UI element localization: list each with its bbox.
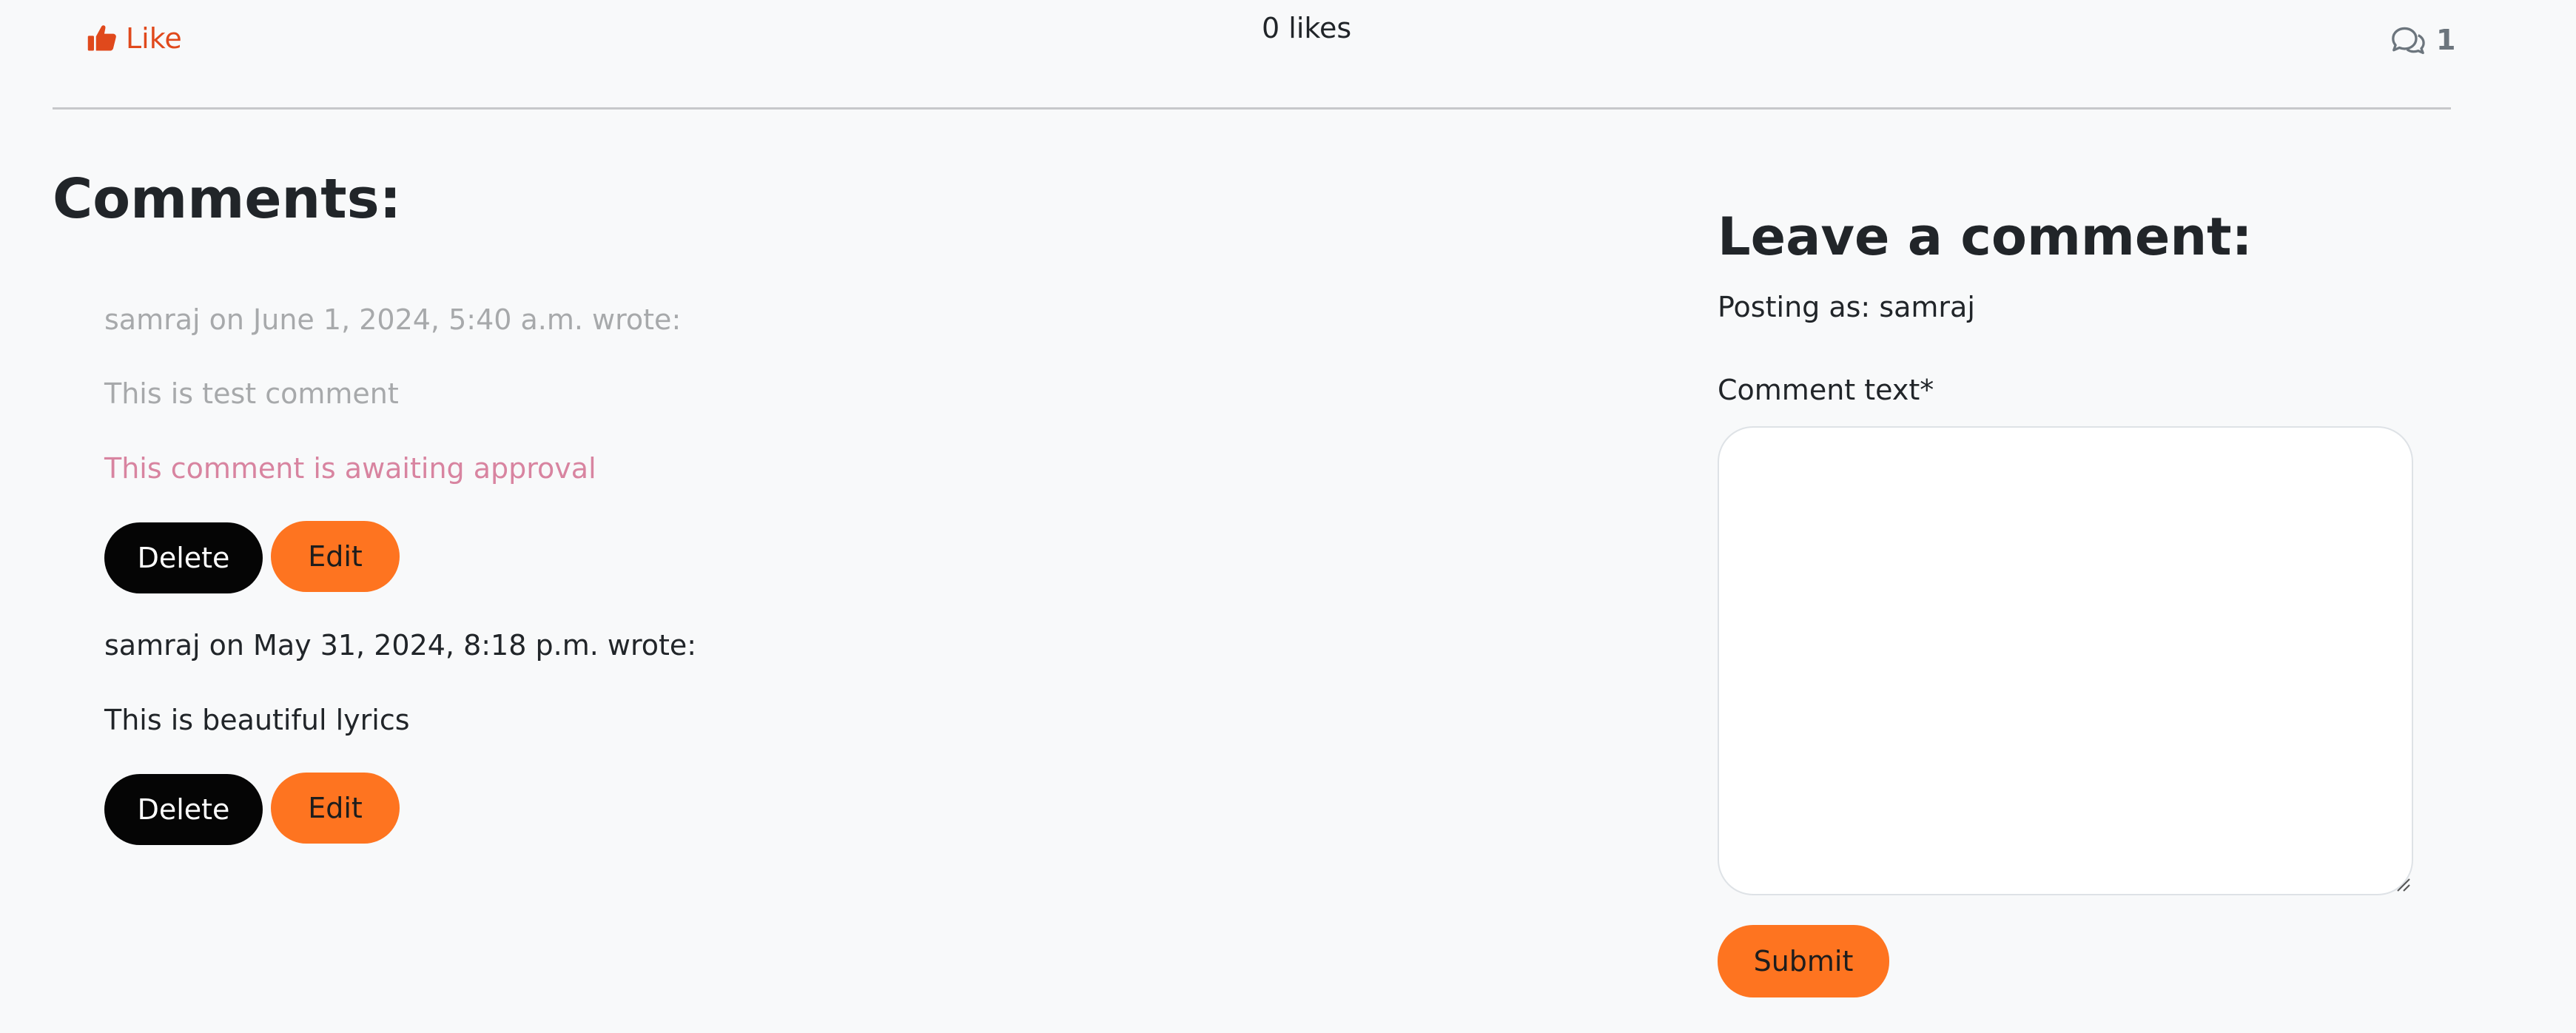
edit-comment-button[interactable]: Edit: [271, 521, 400, 592]
comment-text-field[interactable]: [1718, 426, 2413, 895]
comment-body: This is test comment: [104, 377, 399, 410]
comment-pending-notice: This comment is awaiting approval: [104, 452, 596, 485]
likes-count: 0 likes: [1262, 12, 1352, 44]
posting-as-text: Posting as: samraj: [1718, 291, 1975, 323]
like-button[interactable]: Like: [86, 22, 182, 55]
comment-meta: samraj on June 1, 2024, 5:40 a.m. wrote:: [104, 303, 682, 336]
edit-comment-button[interactable]: Edit: [271, 773, 400, 844]
thumbs-up-icon: [86, 22, 118, 55]
submit-comment-button[interactable]: Submit: [1718, 925, 1889, 997]
comment-meta: samraj on May 31, 2024, 8:18 p.m. wrote:: [104, 629, 697, 662]
chat-bubbles-icon: [2389, 24, 2427, 56]
leave-comment-heading: Leave a comment:: [1718, 206, 2253, 267]
comment-body: This is beautiful lyrics: [104, 704, 410, 736]
comment-count: 1: [2389, 24, 2455, 56]
comment-text-label: Comment text*: [1718, 374, 1934, 406]
like-label: Like: [126, 22, 182, 55]
post-comments-page: Like 0 likes 1 Comments: samraj on June …: [0, 0, 2576, 1033]
resize-handle-icon[interactable]: [2395, 876, 2411, 892]
comment-count-value: 1: [2436, 24, 2456, 56]
delete-comment-button[interactable]: Delete: [104, 774, 263, 845]
delete-comment-button[interactable]: Delete: [104, 522, 263, 593]
comments-heading: Comments:: [53, 167, 402, 231]
divider: [53, 107, 2451, 110]
